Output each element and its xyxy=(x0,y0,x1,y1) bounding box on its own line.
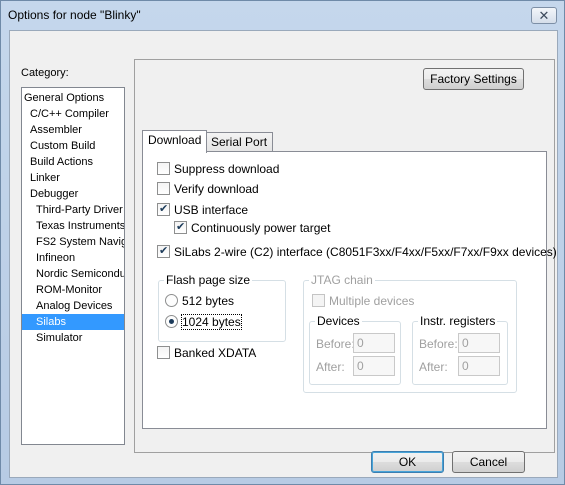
radio-1024-bytes[interactable]: 1024 bytes xyxy=(165,314,242,331)
suppress-download-checkbox[interactable]: Suppress download xyxy=(157,162,279,178)
checkbox-box xyxy=(174,220,187,234)
options-panel: Factory Settings Download Serial Port Su… xyxy=(134,59,557,453)
devices-after-input[interactable]: 0 xyxy=(353,356,395,376)
close-icon: ✕ xyxy=(538,8,550,23)
category-item-assembler[interactable]: Assembler xyxy=(22,122,124,138)
category-item-analog-devices[interactable]: Analog Devices xyxy=(22,298,124,314)
multiple-devices-label: Multiple devices xyxy=(329,294,415,308)
checkbox-box xyxy=(157,244,170,258)
close-button[interactable]: ✕ xyxy=(531,7,557,24)
instr-before-label: Before: xyxy=(419,337,458,351)
factory-settings-button[interactable]: Factory Settings xyxy=(423,68,524,90)
category-item-general-options[interactable]: General Options xyxy=(22,90,124,106)
devices-before-input[interactable]: 0 xyxy=(353,333,395,353)
banked-xdata-label: Banked XDATA xyxy=(174,346,257,360)
multiple-devices-checkbox[interactable]: Multiple devices xyxy=(312,294,414,310)
instr-before-input[interactable]: 0 xyxy=(458,333,500,353)
checkbox-box xyxy=(312,294,325,307)
category-item-custom-build[interactable]: Custom Build xyxy=(22,138,124,154)
flash-page-size-title: Flash page size xyxy=(164,273,253,287)
instr-registers-title: Instr. registers xyxy=(418,314,498,328)
category-item-infineon[interactable]: Infineon xyxy=(22,250,124,266)
silabs-c2-checkbox[interactable]: SiLabs 2-wire (C2) interface (C8051F3xx/… xyxy=(157,244,557,261)
verify-download-label: Verify download xyxy=(174,182,259,196)
category-item-linker[interactable]: Linker xyxy=(22,170,124,186)
devices-before-label: Before: xyxy=(316,337,355,351)
category-item-fs2-system-navigator[interactable]: FS2 System Navigator xyxy=(22,234,124,250)
dialog-client: Category: General Options C/C++ Compiler… xyxy=(9,30,558,478)
instr-after-label: After: xyxy=(419,360,448,374)
category-item-simulator[interactable]: Simulator xyxy=(22,330,124,346)
silabs-c2-label: SiLabs 2-wire (C2) interface (C8051F3xx/… xyxy=(174,245,557,259)
instr-after-input[interactable]: 0 xyxy=(458,356,500,376)
download-tab-page: Suppress download Verify download USB in… xyxy=(142,151,557,429)
flash-page-size-group: Flash page size 512 bytes 1024 bytes xyxy=(158,273,286,342)
jtag-chain-title: JTAG chain xyxy=(309,273,375,287)
continuously-power-checkbox[interactable]: Continuously power target xyxy=(174,220,331,237)
checkbox-box xyxy=(157,346,170,359)
radio-dot xyxy=(165,315,178,328)
category-item-rom-monitor[interactable]: ROM-Monitor xyxy=(22,282,124,298)
checkbox-box xyxy=(157,182,170,195)
category-label: Category: xyxy=(21,67,69,79)
tab-download[interactable]: Download xyxy=(142,130,208,153)
window-title: Options for node "Blinky" xyxy=(8,8,141,22)
ok-button[interactable]: OK xyxy=(371,451,444,473)
category-item-third-party-driver[interactable]: Third-Party Driver xyxy=(22,202,124,218)
checkbox-box xyxy=(157,162,170,175)
continuously-power-label: Continuously power target xyxy=(191,221,331,235)
category-item-cpp-compiler[interactable]: C/C++ Compiler xyxy=(22,106,124,122)
options-dialog: Options for node "Blinky" ✕ Category: Ge… xyxy=(0,0,565,485)
category-item-build-actions[interactable]: Build Actions xyxy=(22,154,124,170)
instr-registers-group: Instr. registers Before: 0 After: 0 xyxy=(412,314,508,385)
usb-interface-checkbox[interactable]: USB interface xyxy=(157,202,249,219)
category-list[interactable]: General Options C/C++ Compiler Assembler… xyxy=(21,87,125,445)
devices-group: Devices Before: 0 After: 0 xyxy=(309,314,401,385)
radio-dot xyxy=(165,294,178,307)
banked-xdata-checkbox[interactable]: Banked XDATA xyxy=(157,346,256,362)
category-item-debugger[interactable]: Debugger xyxy=(22,186,124,202)
category-item-texas-instruments[interactable]: Texas Instruments xyxy=(22,218,124,234)
verify-download-checkbox[interactable]: Verify download xyxy=(157,182,259,198)
radio-1024-label: 1024 bytes xyxy=(181,314,242,330)
cancel-button[interactable]: Cancel xyxy=(452,451,525,473)
usb-interface-label: USB interface xyxy=(174,203,249,217)
tab-serial-port[interactable]: Serial Port xyxy=(205,132,274,153)
suppress-download-label: Suppress download xyxy=(174,162,280,176)
category-item-silabs[interactable]: Silabs xyxy=(22,314,124,330)
checkbox-box xyxy=(157,202,170,216)
radio-512-bytes[interactable]: 512 bytes xyxy=(165,294,234,310)
devices-title: Devices xyxy=(315,314,362,328)
category-item-nordic-semiconductor[interactable]: Nordic Semiconductor xyxy=(22,266,124,282)
devices-after-label: After: xyxy=(316,360,345,374)
title-bar[interactable]: Options for node "Blinky" ✕ xyxy=(1,1,564,29)
jtag-chain-group: JTAG chain Multiple devices Devices Befo… xyxy=(303,273,517,393)
radio-512-label: 512 bytes xyxy=(182,294,235,308)
